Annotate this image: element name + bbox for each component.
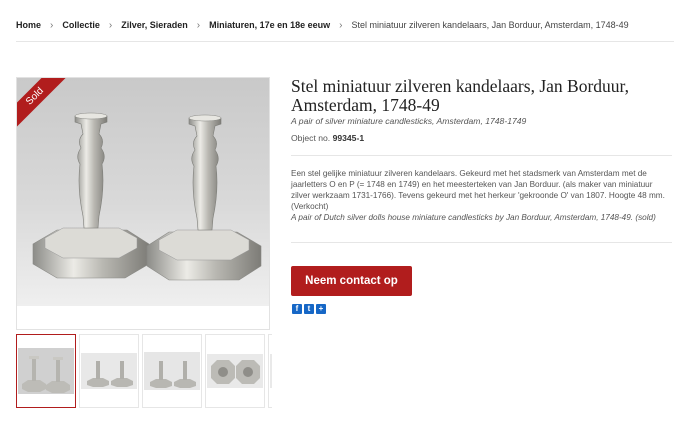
contact-button[interactable]: Neem contact op <box>291 266 412 296</box>
thumbnail-2[interactable] <box>79 334 139 408</box>
thumbnail-4[interactable] <box>205 334 265 408</box>
breadcrumb-divider <box>16 41 674 42</box>
description-english: A pair of Dutch silver dolls house minia… <box>291 213 656 222</box>
divider <box>291 242 672 243</box>
divider <box>291 155 672 156</box>
breadcrumb-zilver-sieraden[interactable]: Zilver, Sieraden <box>121 20 188 30</box>
chevron-right-icon: › <box>108 19 113 31</box>
chevron-right-icon: › <box>339 19 343 31</box>
object-number-label: Object no. <box>291 133 331 143</box>
share-buttons: f t + <box>292 304 326 314</box>
breadcrumb-current: Stel miniatuur zilveren kandelaars, Jan … <box>351 20 629 30</box>
breadcrumb-miniaturen[interactable]: Miniaturen, 17e en 18e eeuw <box>209 20 330 30</box>
object-number-value: 99345-1 <box>332 133 365 143</box>
description-dutch: Een stel gelijke miniatuur zilveren kand… <box>291 169 665 211</box>
twitter-icon[interactable]: t <box>304 304 314 314</box>
product-subtitle: A pair of silver miniature candlesticks,… <box>291 116 527 126</box>
thumbnail-5[interactable] <box>268 334 272 408</box>
chevron-right-icon: › <box>50 19 54 31</box>
share-plus-icon[interactable]: + <box>316 304 326 314</box>
object-number: Object no. 99345-1 <box>291 133 364 143</box>
thumbnail-3[interactable] <box>142 334 202 408</box>
chevron-right-icon: › <box>196 19 201 31</box>
product-title: Stel miniatuur zilveren kandelaars, Jan … <box>291 76 630 115</box>
facebook-icon[interactable]: f <box>292 304 302 314</box>
thumbnail-strip <box>16 334 272 410</box>
breadcrumb-collectie[interactable]: Collectie <box>62 20 100 30</box>
breadcrumb: Home › Collectie › Zilver, Sieraden › Mi… <box>16 17 674 33</box>
breadcrumb-home[interactable]: Home <box>16 20 41 30</box>
product-main-image[interactable]: Sold <box>16 77 270 330</box>
thumbnail-1[interactable] <box>16 334 76 408</box>
